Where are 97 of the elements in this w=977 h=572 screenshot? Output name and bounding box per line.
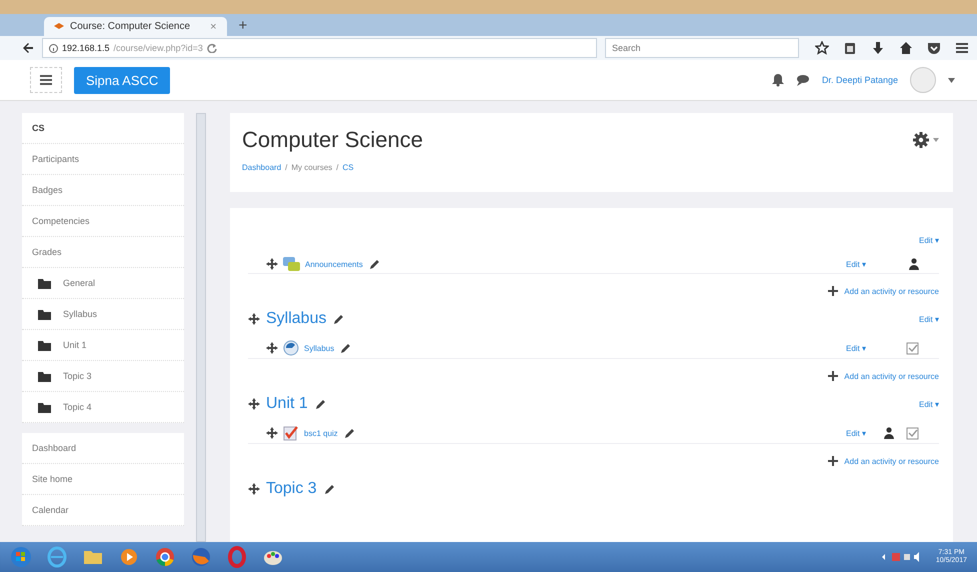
nav-item-label: Topic 4 <box>63 402 92 412</box>
edit-menu-link[interactable]: Edit ▾ <box>918 236 939 245</box>
pencil-icon[interactable] <box>368 258 379 270</box>
plus-icon[interactable] <box>828 371 838 381</box>
download-icon[interactable] <box>871 41 885 55</box>
folder-icon <box>38 339 51 351</box>
play-icon[interactable] <box>118 546 140 568</box>
move-icon[interactable] <box>266 258 278 270</box>
plus-icon[interactable] <box>828 286 838 296</box>
star-icon[interactable] <box>815 41 829 55</box>
user-name[interactable]: Dr. Deepti Patange <box>822 75 898 85</box>
tab-close-button[interactable]: × <box>210 20 216 32</box>
person-icon[interactable] <box>909 258 919 270</box>
breadcrumb-separator: / <box>285 163 288 172</box>
start-orb-icon[interactable] <box>10 546 32 568</box>
folder-icon <box>38 401 51 413</box>
nav-item-label: Unit 1 <box>63 340 87 350</box>
pencil-icon[interactable] <box>314 398 325 410</box>
address-bar[interactable]: 192.168.1.5 /course/view.php?id=3 <box>42 38 597 58</box>
url-path: /course/view.php?id=3 <box>114 43 203 53</box>
move-icon[interactable] <box>248 313 260 325</box>
move-icon[interactable] <box>248 398 260 410</box>
pencil-icon[interactable] <box>342 428 354 438</box>
edit-menu-link[interactable]: Edit ▾ <box>918 400 939 408</box>
site-name-button[interactable]: Sipna ASCC <box>74 66 170 94</box>
section-title[interactable]: Syllabus <box>266 310 326 328</box>
hat-icon <box>54 22 64 30</box>
nav-section-item[interactable]: Unit 1 <box>22 330 184 361</box>
browser-tab[interactable]: Course: Computer Science × <box>44 17 226 36</box>
course-title: Computer Science <box>242 127 423 153</box>
section-title[interactable]: Unit 1 <box>266 395 308 413</box>
search-field[interactable]: Search <box>605 38 799 58</box>
pencil-icon[interactable] <box>322 484 334 494</box>
pencil-icon[interactable] <box>339 342 350 354</box>
activity-link[interactable]: Syllabus <box>304 344 334 352</box>
section-title[interactable]: Topic 3 <box>266 480 317 498</box>
completion-checkbox-icon[interactable] <box>906 426 919 440</box>
pocket-icon[interactable] <box>927 41 941 55</box>
menu-icon <box>40 74 52 86</box>
tab-title: Course: Computer Science <box>70 21 190 32</box>
folder-icon <box>38 277 51 289</box>
nav-section-item[interactable]: Topic 4 <box>22 392 184 423</box>
nav-item[interactable]: Participants <box>22 144 184 175</box>
move-icon[interactable] <box>248 483 260 495</box>
nav-item[interactable]: Badges <box>22 175 184 206</box>
chat-bubbles-icon <box>283 257 300 271</box>
move-icon[interactable] <box>266 342 278 354</box>
info-icon <box>49 44 58 52</box>
person-icon[interactable] <box>884 426 894 438</box>
completion-checkbox-icon[interactable] <box>906 342 919 354</box>
activity-link[interactable]: bsc1 quiz <box>304 428 338 438</box>
plus-icon[interactable] <box>828 456 838 466</box>
reload-icon[interactable] <box>206 43 217 53</box>
nav-section-item[interactable]: Syllabus <box>22 299 184 330</box>
folder-icon <box>38 370 51 382</box>
back-arrow-icon[interactable] <box>22 42 34 54</box>
menu-icon[interactable] <box>955 41 969 55</box>
settings-icon[interactable] <box>913 132 929 148</box>
nav-item-label: Topic 3 <box>63 371 92 381</box>
nav-item[interactable]: Calendar <box>22 495 184 526</box>
chrome-icon[interactable] <box>154 546 176 568</box>
menu-button[interactable] <box>30 67 62 93</box>
url-host: 192.168.1.5 <box>62 43 110 53</box>
breadcrumb-link[interactable]: Dashboard <box>242 163 282 172</box>
add-activity-link[interactable]: Add an activity or resource <box>844 372 939 380</box>
nav-item-label: Syllabus <box>63 309 98 319</box>
globe-icon <box>283 340 299 356</box>
caret-icon[interactable] <box>933 138 939 142</box>
edit-menu-link[interactable]: Edit ▾ <box>846 260 866 268</box>
add-activity-link[interactable]: Add an activity or resource <box>844 286 939 296</box>
pencil-icon[interactable] <box>332 314 344 324</box>
breadcrumb-item: My courses <box>291 163 332 172</box>
clipboard-icon[interactable] <box>843 41 857 55</box>
move-icon[interactable] <box>266 427 278 439</box>
home-icon[interactable] <box>899 41 913 55</box>
add-activity-link[interactable]: Add an activity or resource <box>844 456 939 466</box>
edit-menu-link[interactable]: Edit ▾ <box>846 344 866 352</box>
nav-section-item[interactable]: General <box>22 268 184 299</box>
bell-icon[interactable] <box>772 73 784 87</box>
breadcrumb-link[interactable]: CS <box>342 163 354 172</box>
edit-menu-link[interactable]: Edit ▾ <box>918 314 939 324</box>
nav-item[interactable]: Grades <box>22 237 184 268</box>
breadcrumb-separator: / <box>336 163 339 172</box>
nav-section-item[interactable]: Topic 3 <box>22 361 184 392</box>
nav-item[interactable]: Dashboard <box>22 433 184 464</box>
tray-icons-icon[interactable] <box>882 552 922 562</box>
edit-menu-link[interactable]: Edit ▾ <box>846 428 866 438</box>
nav-item[interactable]: Site home <box>22 464 184 495</box>
new-tab-button[interactable]: + <box>234 16 252 34</box>
course-short-name[interactable]: CS <box>22 113 184 144</box>
nav-item[interactable]: Competencies <box>22 206 184 237</box>
nav-item-label: General <box>63 278 96 288</box>
folder-icon <box>38 308 51 320</box>
chat-icon[interactable] <box>796 74 810 86</box>
checklist-icon <box>283 425 299 441</box>
activity-link[interactable]: Announcements <box>305 260 363 268</box>
caret-icon[interactable] <box>948 78 955 82</box>
